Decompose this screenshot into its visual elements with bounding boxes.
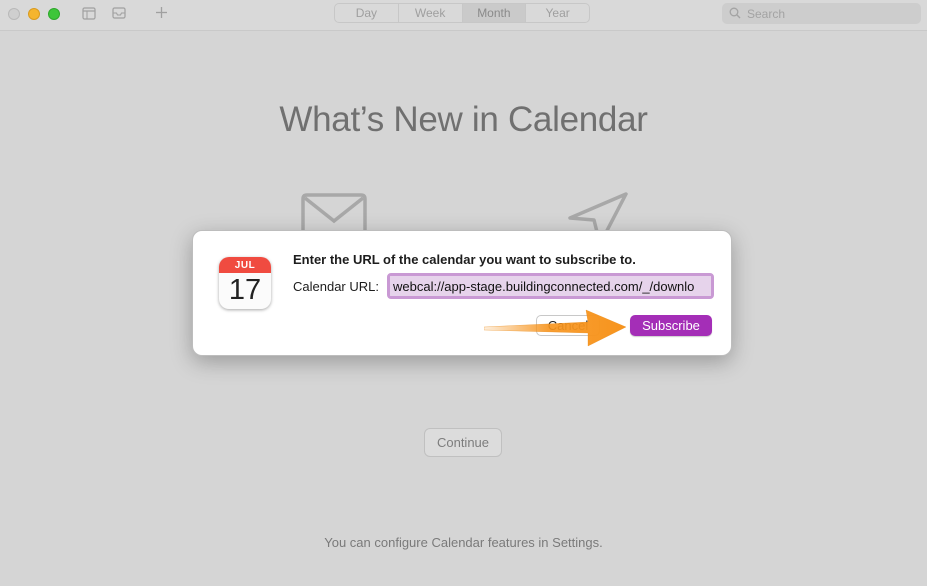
tab-day[interactable]: Day [335,4,399,22]
subscribe-dialog: JUL 17 Enter the URL of the calendar you… [192,230,732,356]
minimize-window-button[interactable] [28,8,40,20]
view-segmented-control: Day Week Month Year [334,3,590,23]
tab-week[interactable]: Week [399,4,463,22]
search-input[interactable] [747,3,912,24]
zoom-window-button[interactable] [48,8,60,20]
close-window-button[interactable] [8,8,20,20]
toolbar: Day Week Month Year [0,0,927,31]
inbox-icon[interactable] [112,6,126,24]
page-title: What’s New in Calendar [279,100,648,139]
tab-year[interactable]: Year [526,4,589,22]
search-icon [729,7,741,19]
calendar-icon-month: JUL [219,257,271,273]
calendar-list-icon[interactable] [82,6,96,24]
subscribe-button[interactable]: Subscribe [630,315,712,336]
calendar-url-field[interactable] [387,273,714,299]
continue-button[interactable]: Continue [424,428,502,457]
calendar-icon-day: 17 [228,274,262,306]
calendar-url-input[interactable] [390,276,711,296]
add-icon[interactable] [155,6,168,23]
settings-hint: You can configure Calendar features in S… [324,535,603,550]
search-field[interactable] [722,3,921,24]
calendar-url-label: Calendar URL: [293,279,379,294]
dialog-heading: Enter the URL of the calendar you want t… [293,252,636,267]
tab-month[interactable]: Month [462,4,527,22]
orange-arrow-icon [484,309,626,347]
calendar-app-icon: JUL 17 [219,257,271,309]
